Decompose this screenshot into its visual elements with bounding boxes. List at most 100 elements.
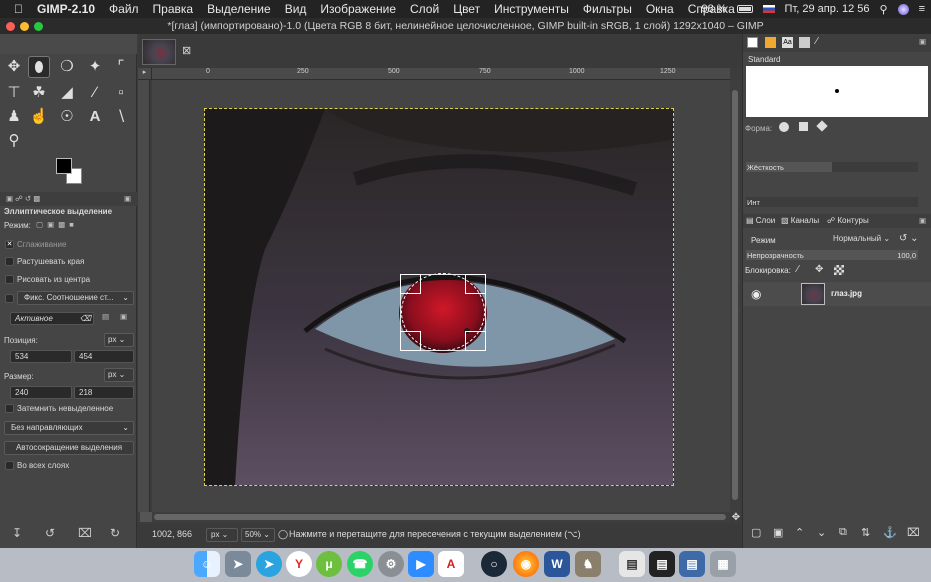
merge-layer-icon[interactable]: ⇅ <box>861 526 870 539</box>
word-icon[interactable]: W <box>544 551 570 577</box>
panel-menu-icon[interactable]: ▣ <box>124 194 131 203</box>
gimp-icon[interactable]: ♞ <box>575 551 601 577</box>
paint-dynamics-tab-icon[interactable]: ∕ <box>816 36 818 47</box>
active-field[interactable]: Активное ⌫ <box>10 312 94 325</box>
diamond-shape-button[interactable] <box>816 120 828 132</box>
eraser-tool-icon[interactable]: ▫ <box>110 82 132 104</box>
crop-tool-icon[interactable]: ⌜ <box>110 56 132 78</box>
menu-view[interactable]: Вид <box>285 2 307 16</box>
navigate-icon[interactable]: ✥ <box>730 512 742 524</box>
menu-windows[interactable]: Окна <box>646 2 674 16</box>
vertical-scrollbar[interactable] <box>730 80 740 512</box>
new-group-icon[interactable]: ▣ <box>773 526 783 539</box>
folder-icon[interactable]: ▤ <box>679 551 705 577</box>
selection-mode-buttons[interactable]: ▢▣▩■ <box>36 220 78 229</box>
save-options-icon[interactable]: ↧ <box>12 526 22 540</box>
zoom-tool-icon[interactable]: ⚲ <box>3 130 25 152</box>
resize-handle-ne[interactable] <box>465 274 486 294</box>
zoom-select[interactable]: 50% ⌄ <box>241 528 275 542</box>
opacity-slider[interactable]: Непрозрачность 100,0 <box>746 250 918 260</box>
menu-layer[interactable]: Слой <box>410 2 439 16</box>
feather-checkbox[interactable] <box>5 257 14 266</box>
lock-alpha-icon[interactable] <box>834 265 844 275</box>
quick-mask-toggle[interactable] <box>140 512 152 522</box>
vertical-scroll-thumb[interactable] <box>732 90 738 500</box>
clone-tool-icon[interactable]: ♟ <box>3 106 25 128</box>
lock-position-icon[interactable]: ✥ <box>815 264 823 275</box>
menu-select[interactable]: Выделение <box>207 2 271 16</box>
yandex-browser-icon[interactable]: Y <box>286 551 312 577</box>
from-center-checkbox[interactable] <box>5 275 14 284</box>
tab-channels[interactable]: ▧ Каналы <box>781 216 819 225</box>
zoom-window-button[interactable] <box>34 22 43 31</box>
search-icon[interactable]: ⚲ <box>880 3 888 16</box>
resize-handle-nw[interactable] <box>400 274 421 294</box>
restore-options-icon[interactable]: ↺ <box>45 526 55 540</box>
square-shape-button[interactable] <box>799 122 808 131</box>
foreground-color-swatch[interactable] <box>56 158 72 174</box>
menu-tools[interactable]: Инструменты <box>494 2 569 16</box>
size-height-input[interactable]: 218 <box>74 386 134 399</box>
vertical-ruler[interactable] <box>138 80 150 512</box>
resize-handle-sw[interactable] <box>400 331 421 351</box>
ruler-corner[interactable]: ▸ <box>138 68 152 80</box>
visibility-eye-icon[interactable]: ◉ <box>751 287 761 301</box>
steam-icon[interactable]: ○ <box>481 551 507 577</box>
circle-shape-button[interactable] <box>779 122 789 132</box>
control-center-icon[interactable]: ≡ <box>919 3 925 15</box>
finder-icon[interactable]: ☺ <box>194 551 220 577</box>
ellipse-select-tool-icon[interactable]: ⬮ <box>28 56 50 78</box>
hardness-slider[interactable]: Жёсткость <box>746 162 918 172</box>
close-tab-icon[interactable]: ⊠ <box>182 44 191 57</box>
firefox-icon[interactable]: ◉ <box>513 551 539 577</box>
minimize-window-button[interactable] <box>20 22 29 31</box>
size-width-input[interactable]: 240 <box>10 386 72 399</box>
telegram-icon[interactable]: ➤ <box>256 551 282 577</box>
delete-options-icon[interactable]: ⌧ <box>78 526 92 540</box>
position-x-input[interactable]: 534 <box>10 350 72 363</box>
warp-tool-icon[interactable]: ☘ <box>28 82 50 104</box>
text-tool-icon[interactable]: A <box>84 106 106 128</box>
move-tool-icon[interactable]: ✥ <box>3 56 25 78</box>
close-window-button[interactable] <box>6 22 15 31</box>
bucket-fill-tool-icon[interactable]: ◢ <box>56 82 78 104</box>
menu-image[interactable]: Изображение <box>320 2 396 16</box>
color-picker-tool-icon[interactable]: ∖ <box>110 106 132 128</box>
tab-layers[interactable]: ▤ Слои <box>746 216 775 225</box>
new-layer-icon[interactable]: ▢ <box>751 526 761 539</box>
launchpad-icon[interactable]: ➤ <box>225 551 251 577</box>
paintbrush-tool-icon[interactable]: ∕ <box>84 82 106 104</box>
lock-pixels-icon[interactable]: ∕ <box>797 264 799 275</box>
brush-preview[interactable] <box>746 66 928 117</box>
menu-edit[interactable]: Правка <box>153 2 194 16</box>
battery-icon[interactable] <box>736 5 753 13</box>
document-preview-icon[interactable]: ▤ <box>619 551 645 577</box>
all-layers-checkbox[interactable] <box>5 461 14 470</box>
lasso-tool-icon[interactable]: ❍ <box>56 56 78 78</box>
document-history-tab-icon[interactable] <box>799 37 810 48</box>
panel-menu-icon[interactable]: ▣ <box>919 216 926 225</box>
utorrent-icon[interactable]: μ <box>316 551 342 577</box>
eye-photo[interactable] <box>204 108 674 486</box>
horizontal-scroll-thumb[interactable] <box>154 514 726 520</box>
layer-row[interactable]: ◉ глаз.jpg <box>743 282 931 306</box>
brushes-tab-icon[interactable] <box>747 37 758 48</box>
interval-slider[interactable]: Инт <box>746 197 918 207</box>
reset-mode-icon[interactable]: ↺ ⌄ <box>899 233 919 244</box>
patterns-tab-icon[interactable] <box>765 37 776 48</box>
position-unit-select[interactable]: px ⌄ <box>104 333 134 347</box>
tool-options-tab-icon[interactable]: ▣ ☍ ↺ ▩ <box>6 194 40 203</box>
reset-options-icon[interactable]: ↻ <box>110 526 120 540</box>
image-tab-thumbnail[interactable] <box>142 39 176 65</box>
flag-icon[interactable] <box>762 5 775 13</box>
fixed-ratio-dropdown[interactable]: Фикс. Соотношение ст... ⌄ <box>17 291 134 305</box>
panel-menu-icon[interactable]: ▣ <box>919 37 926 46</box>
horizontal-scrollbar[interactable] <box>152 512 730 522</box>
battery-status[interactable]: 98 % <box>701 3 726 15</box>
lower-layer-icon[interactable]: ⌄ <box>817 526 826 539</box>
paths-tool-icon[interactable]: ☉ <box>56 106 78 128</box>
position-y-input[interactable]: 454 <box>74 350 134 363</box>
unit-select[interactable]: px ⌄ <box>206 528 238 542</box>
adobe-acrobat-icon[interactable]: A <box>438 551 464 577</box>
screen-icon[interactable]: ▣ <box>120 312 127 321</box>
